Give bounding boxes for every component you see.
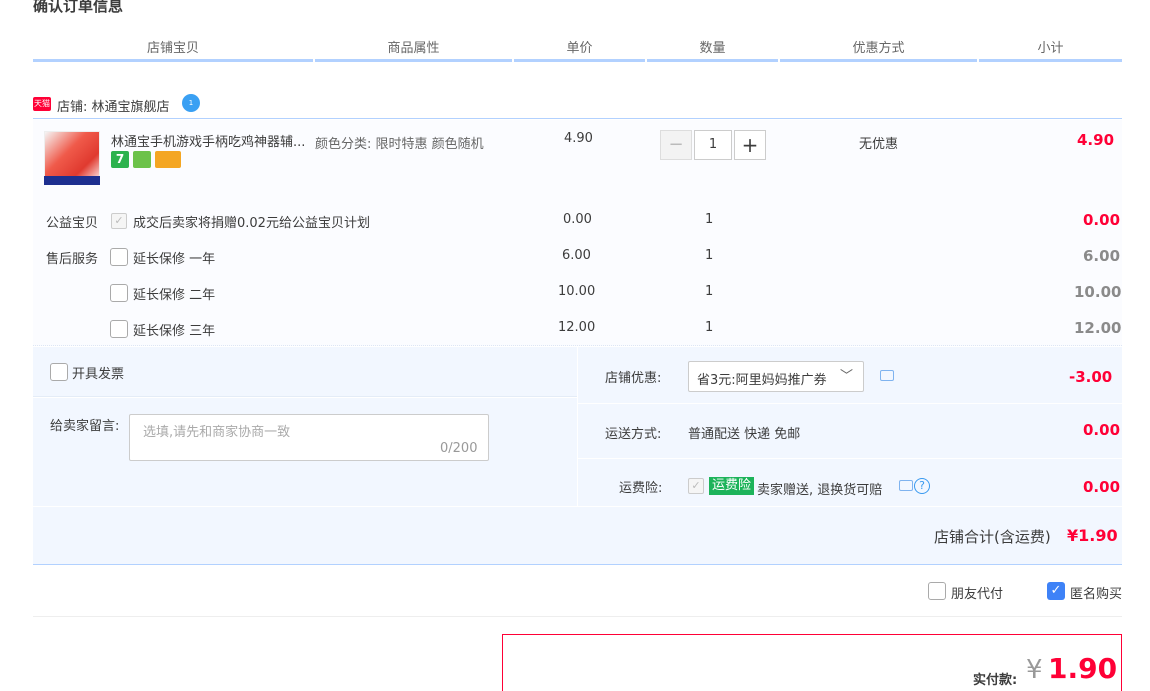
quantity-increase-button[interactable]: + bbox=[734, 130, 766, 160]
product-discount: 无优惠 bbox=[859, 137, 899, 152]
message-label: 给卖家留言: bbox=[50, 419, 120, 434]
shipping-insurance-amount: 0.00 bbox=[1083, 478, 1121, 496]
tmall-icon: 天猫 bbox=[33, 97, 51, 111]
page-title: 确认订单信息 bbox=[33, 0, 124, 15]
warranty-1yr-qty: 1 bbox=[705, 248, 714, 263]
warranty-3yr-price: 12.00 bbox=[558, 320, 596, 335]
invoice-label: 开具发票 bbox=[72, 367, 125, 382]
warranty-2yr-price: 10.00 bbox=[558, 284, 596, 299]
wangwang-chat-icon[interactable]: 1 bbox=[182, 94, 200, 112]
warranty-2yr-qty: 1 bbox=[705, 284, 714, 299]
warranty-2yr-label: 延长保修 二年 bbox=[133, 288, 216, 303]
charity-subtotal: 0.00 bbox=[1083, 211, 1121, 229]
anonymous-checkbox[interactable]: ✓ bbox=[1047, 582, 1065, 600]
warranty-2yr-checkbox[interactable] bbox=[110, 284, 128, 302]
product-subtotal: 4.90 bbox=[1077, 131, 1115, 149]
charity-qty: 1 bbox=[705, 212, 714, 227]
friend-pay-checkbox[interactable] bbox=[928, 582, 946, 600]
warranty-2yr-subtotal: 10.00 bbox=[1074, 283, 1122, 301]
product-title[interactable]: 林通宝手机游戏手柄吃鸡神器辅... bbox=[111, 131, 311, 150]
warranty-3yr-subtotal: 12.00 bbox=[1074, 319, 1122, 337]
warranty-3yr-qty: 1 bbox=[705, 320, 714, 335]
anonymous-label: 匿名购买 bbox=[1070, 587, 1123, 602]
charity-text: 成交后卖家将捐赠0.02元给公益宝贝计划 bbox=[133, 216, 370, 231]
warranty-1yr-price: 6.00 bbox=[562, 248, 591, 263]
divider bbox=[578, 403, 1122, 404]
seven-day-return-icon: 7 bbox=[111, 151, 129, 168]
payment-amount: 1.90 bbox=[1048, 652, 1118, 685]
friend-pay-label: 朋友代付 bbox=[951, 587, 1004, 602]
shop-total-value: ¥1.90 bbox=[1067, 526, 1118, 545]
divider bbox=[578, 458, 1122, 459]
shop-discount-selected: 省3元:阿里妈妈推广券 bbox=[697, 373, 827, 388]
seller-message-placeholder: 选填,请先和商家协商一致 bbox=[143, 425, 291, 440]
warranty-3yr-label: 延长保修 三年 bbox=[133, 324, 216, 339]
comment-icon[interactable] bbox=[880, 370, 894, 381]
credit-card-icon bbox=[155, 151, 181, 168]
warranty-1yr-subtotal: 6.00 bbox=[1083, 247, 1121, 265]
shipping-amount: 0.00 bbox=[1083, 421, 1121, 439]
shop-total-label: 店铺合计(含运费) bbox=[934, 528, 1051, 546]
invoice-checkbox[interactable] bbox=[50, 363, 68, 381]
shipping-label: 运送方式: bbox=[605, 427, 662, 442]
shop-name[interactable]: 店铺: 林通宝旗舰店 bbox=[57, 96, 170, 115]
quantity-input[interactable]: 1 bbox=[694, 130, 732, 160]
warranty-1yr-checkbox[interactable] bbox=[110, 248, 128, 266]
chevron-down-icon[interactable]: ﹀ bbox=[840, 365, 853, 384]
guarantee-icon bbox=[133, 151, 151, 168]
product-unit-price: 4.90 bbox=[564, 131, 593, 146]
seller-message-counter: 0/200 bbox=[440, 441, 478, 456]
payment-label: 实付款: bbox=[973, 673, 1018, 688]
shop-discount-amount: -3.00 bbox=[1069, 368, 1113, 386]
comment-icon[interactable] bbox=[899, 480, 913, 491]
shop-discount-label: 店铺优惠: bbox=[605, 371, 662, 386]
order-item-block bbox=[33, 120, 1122, 346]
col-header-subtotal: 小计 bbox=[979, 40, 1122, 62]
product-image-caption bbox=[44, 176, 100, 185]
charity-price: 0.00 bbox=[563, 212, 592, 227]
quantity-decrease-button[interactable]: − bbox=[660, 130, 692, 160]
col-header-price: 单价 bbox=[514, 40, 645, 62]
divider bbox=[33, 616, 1122, 617]
product-attributes: 颜色分类: 限时特惠 颜色随机 bbox=[315, 137, 484, 152]
col-header-attributes: 商品属性 bbox=[315, 40, 512, 62]
shipping-insurance-checkbox: ✓ bbox=[688, 478, 704, 494]
charity-checkbox: ✓ bbox=[111, 213, 127, 229]
help-icon[interactable]: ? bbox=[914, 478, 930, 494]
shipping-insurance-badge: 运费险 bbox=[709, 477, 755, 495]
warranty-1yr-label: 延长保修 一年 bbox=[133, 252, 216, 267]
warranty-3yr-checkbox[interactable] bbox=[110, 320, 128, 338]
col-header-item: 店铺宝贝 bbox=[33, 40, 313, 62]
shipping-insurance-label: 运费险: bbox=[619, 481, 663, 496]
shipping-insurance-text: 卖家赠送, 退换货可赔 bbox=[757, 483, 883, 498]
after-sales-label: 售后服务 bbox=[46, 252, 99, 267]
shipping-method: 普通配送 快递 免邮 bbox=[688, 427, 801, 442]
charity-label: 公益宝贝 bbox=[46, 216, 99, 231]
col-header-discount: 优惠方式 bbox=[780, 40, 977, 62]
col-header-quantity: 数量 bbox=[647, 40, 778, 62]
payment-currency: ¥ bbox=[1026, 655, 1043, 685]
